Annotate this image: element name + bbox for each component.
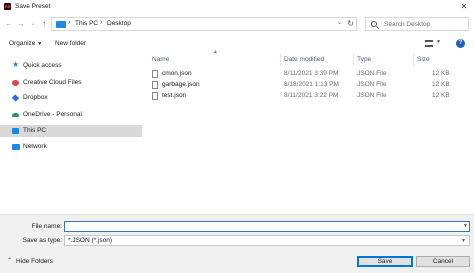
title-bar: Ae Save Preset ✕ — [0, 0, 474, 13]
window-title: Save Preset — [15, 3, 51, 10]
file-date: 8/18/2021 1:13 PM — [284, 81, 339, 88]
file-list-header: Name Date modified Type Size — [142, 54, 474, 66]
forward-arrow-icon[interactable]: → — [16, 18, 26, 30]
save-options-panel: File name: ▼ Save as type: *.JSON (*.jso… — [0, 214, 474, 273]
file-name: garbage.json — [162, 81, 200, 88]
recent-locations-chevron-icon[interactable]: ⌄ — [28, 18, 38, 30]
help-icon[interactable]: ? — [456, 39, 465, 48]
address-dropdown-icon[interactable]: ⌄ — [337, 19, 342, 26]
new-folder-button[interactable]: New folder — [55, 40, 86, 47]
cancel-button[interactable]: Cancel — [416, 256, 470, 267]
column-header-date[interactable]: Date modified — [284, 56, 324, 63]
file-date: 8/11/2021 3:39 PM — [284, 70, 339, 77]
chevron-down-icon: ▼ — [461, 238, 466, 244]
sidebar-item-label: OneDrive - Personal — [23, 111, 82, 118]
file-row[interactable]: test.json 8/11/2021 3:22 PM JSON File 12… — [142, 91, 474, 101]
column-divider[interactable] — [353, 54, 354, 66]
column-header-type[interactable]: Type — [357, 56, 371, 63]
view-options-icon[interactable] — [425, 40, 433, 47]
save-as-type-label: Save as type: — [22, 237, 62, 244]
sidebar-item-label: This PC — [23, 127, 47, 134]
breadcrumb-chevron-icon[interactable]: › — [100, 19, 102, 26]
save-as-type-value: *.JSON (*.json) — [68, 237, 113, 244]
navigation-pane: ★ Quick access Creative Cloud Files Drop… — [0, 54, 142, 211]
sidebar-item-network[interactable]: Network — [0, 141, 142, 153]
breadcrumb-this-pc[interactable]: This PC — [75, 20, 98, 27]
json-file-icon — [152, 81, 158, 89]
onedrive-icon — [12, 113, 19, 117]
sidebar-item-label: Dropbox — [23, 94, 48, 101]
command-bar: Organize ▼ New folder ▼ ? — [0, 36, 474, 52]
file-type: JSON File — [357, 92, 387, 99]
column-header-size[interactable]: Size — [417, 56, 430, 63]
address-box[interactable]: › This PC › Desktop ⌄ ↻ — [51, 17, 357, 31]
file-size: 12 KB — [432, 92, 450, 99]
breadcrumb-desktop[interactable]: Desktop — [107, 20, 131, 27]
chevron-down-icon[interactable]: ▼ — [436, 39, 441, 45]
sidebar-item-quick-access[interactable]: ★ Quick access — [0, 60, 142, 72]
search-input[interactable] — [384, 20, 464, 29]
json-file-icon — [152, 70, 158, 78]
file-name-label: File name: — [31, 223, 62, 230]
breadcrumb-chevron-icon[interactable]: › — [68, 19, 70, 26]
chevron-up-icon[interactable]: ⌃ — [7, 257, 12, 264]
creative-cloud-icon — [12, 80, 19, 86]
dropbox-icon — [11, 94, 20, 102]
json-file-icon — [152, 92, 158, 100]
search-box[interactable] — [365, 17, 469, 31]
file-row[interactable]: cmon.json 8/11/2021 3:39 PM JSON File 12… — [142, 69, 474, 79]
file-name: cmon.json — [162, 70, 192, 77]
file-type: JSON File — [357, 70, 387, 77]
save-as-type-select[interactable]: *.JSON (*.json) ▼ — [64, 235, 470, 246]
column-divider[interactable] — [280, 54, 281, 66]
network-icon — [12, 144, 20, 150]
hide-folders-button[interactable]: Hide Folders — [16, 258, 53, 265]
up-arrow-icon[interactable]: ↑ — [39, 18, 49, 30]
search-icon — [371, 21, 377, 27]
file-date: 8/11/2021 3:22 PM — [284, 92, 339, 99]
chevron-down-icon: ▼ — [37, 41, 43, 47]
resize-grip-icon[interactable]: ⋰ — [467, 265, 473, 272]
sidebar-item-label: Quick access — [23, 62, 62, 69]
sidebar-item-this-pc[interactable]: This PC — [0, 125, 142, 137]
computer-icon — [12, 128, 19, 134]
file-size: 12 KB — [432, 70, 450, 77]
file-name-input[interactable] — [64, 221, 470, 232]
back-arrow-icon[interactable]: ← — [4, 18, 14, 30]
save-button[interactable]: Save — [357, 256, 413, 267]
sidebar-item-label: Creative Cloud Files — [23, 79, 82, 86]
address-bar-row: ← → ⌄ ↑ › This PC › Desktop ⌄ ↻ — [0, 17, 474, 31]
sidebar-item-creative-cloud[interactable]: Creative Cloud Files — [0, 77, 142, 89]
file-size: 12 KB — [432, 81, 450, 88]
organize-button[interactable]: Organize ▼ — [9, 40, 42, 47]
refresh-icon[interactable]: ↻ — [347, 19, 354, 28]
column-header-name[interactable]: Name — [152, 56, 169, 63]
computer-icon — [56, 21, 66, 28]
after-effects-app-icon: Ae — [4, 3, 11, 10]
sidebar-item-onedrive[interactable]: OneDrive - Personal — [0, 109, 142, 121]
file-type: JSON File — [357, 81, 387, 88]
sidebar-item-label: Network — [23, 143, 47, 150]
organize-label: Organize — [9, 40, 36, 47]
column-divider[interactable] — [413, 54, 414, 66]
close-icon[interactable]: ✕ — [454, 0, 474, 13]
sidebar-item-dropbox[interactable]: Dropbox — [0, 92, 142, 104]
file-name: test.json — [162, 92, 187, 99]
file-row[interactable]: garbage.json 8/18/2021 1:13 PM JSON File… — [142, 80, 474, 90]
chevron-down-icon[interactable]: ▼ — [463, 223, 468, 229]
star-icon: ★ — [12, 60, 20, 69]
